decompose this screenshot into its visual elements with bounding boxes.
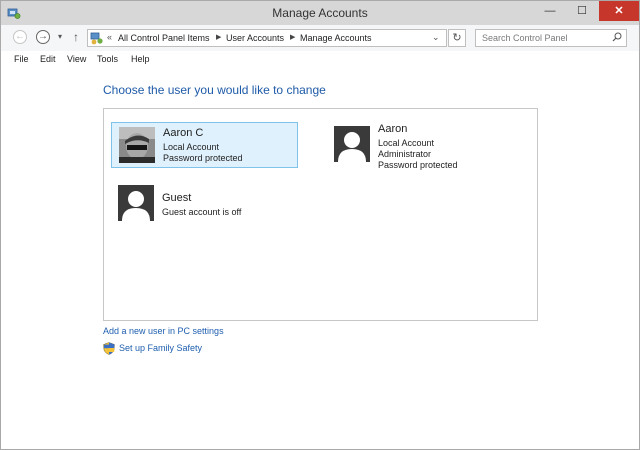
account-tile-guest[interactable]: Guest Guest account is off [111, 179, 301, 229]
account-name: Aaron [378, 123, 408, 135]
recent-locations-dropdown-icon[interactable]: ▾ [58, 32, 62, 41]
close-button[interactable]: ✕ [599, 1, 639, 21]
breadcrumb-separator-icon[interactable]: ▶ [216, 33, 221, 41]
account-role: Administrator [378, 149, 432, 159]
uac-shield-icon [103, 342, 115, 355]
maximize-button[interactable]: ☐ [567, 1, 597, 21]
account-password-status: Password protected [163, 153, 243, 163]
account-status: Guest account is off [162, 207, 242, 217]
page-heading: Choose the user you would like to change [103, 83, 326, 97]
breadcrumb-separator-icon[interactable]: ▶ [290, 33, 295, 41]
menu-edit[interactable]: Edit [40, 54, 56, 64]
address-overflow-icon[interactable]: « [107, 32, 112, 42]
menu-view[interactable]: View [67, 54, 86, 64]
address-dropdown-icon[interactable]: ⌄ [432, 32, 440, 43]
account-password-status: Password protected [378, 160, 458, 170]
manage-accounts-window: Manage Accounts — ☐ ✕ ← → ▾ ↑ « All Cont… [0, 0, 640, 450]
account-tile-aaron[interactable]: Aaron Local Account Administrator Passwo… [332, 122, 522, 182]
breadcrumb-all-control-panel-items[interactable]: All Control Panel Items [118, 33, 210, 43]
navigation-bar: ← → ▾ ↑ « All Control Panel Items ▶ User… [1, 25, 639, 51]
control-panel-icon [90, 32, 103, 45]
account-type: Local Account [378, 138, 435, 148]
default-user-icon [334, 126, 370, 162]
menu-tools[interactable]: Tools [97, 54, 118, 64]
menu-help[interactable]: Help [131, 54, 150, 64]
menu-bar: File Edit View Tools Help [1, 51, 639, 69]
forward-button[interactable]: → [36, 30, 50, 44]
user-photo-avatar [119, 127, 155, 163]
account-tile-aaron-c[interactable]: Aaron C Local Account Password protected [111, 122, 298, 168]
search-box[interactable]: Search Control Panel [475, 29, 627, 47]
address-bar[interactable]: « All Control Panel Items ▶ User Account… [87, 29, 447, 47]
up-level-button[interactable]: ↑ [73, 30, 79, 44]
account-name: Guest [162, 192, 192, 204]
account-type: Local Account [163, 142, 220, 152]
back-button[interactable]: ← [13, 30, 27, 44]
account-name: Aaron C [163, 127, 204, 139]
refresh-button[interactable]: ↻ [448, 29, 466, 47]
menu-file[interactable]: File [14, 54, 29, 64]
family-safety-link[interactable]: Set up Family Safety [119, 343, 202, 353]
add-user-link[interactable]: Add a new user in PC settings [103, 326, 224, 336]
breadcrumb-user-accounts[interactable]: User Accounts [226, 33, 284, 43]
minimize-button[interactable]: — [535, 1, 565, 21]
breadcrumb-manage-accounts[interactable]: Manage Accounts [300, 33, 372, 43]
accounts-panel: Aaron C Local Account Password protected… [103, 108, 538, 321]
search-icon[interactable] [612, 32, 622, 42]
search-input[interactable]: Search Control Panel [482, 33, 568, 43]
title-bar[interactable]: Manage Accounts — ☐ ✕ [1, 1, 639, 25]
default-user-icon [118, 185, 154, 221]
